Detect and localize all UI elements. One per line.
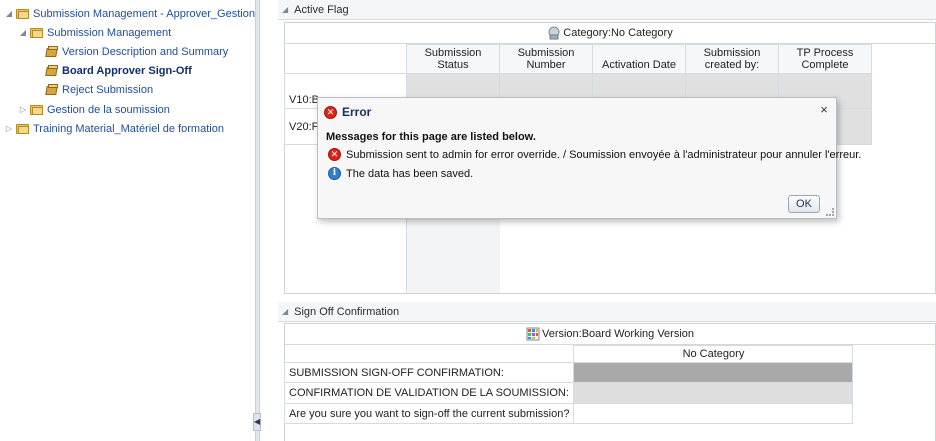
corner-cell [284, 345, 575, 363]
splitter-bar[interactable] [256, 0, 260, 441]
row-header: Are you sure you want to sign-off the cu… [283, 403, 575, 424]
signoff-table: No Category SUBMISSION SIGN-OFF CONFIRMA… [283, 345, 854, 424]
column-header: No Category [573, 345, 854, 363]
tree-item-label: Training Material_Matériel de formation [33, 122, 224, 135]
row-header: CONFIRMATION DE VALIDATION DE LA SOUMISS… [283, 382, 575, 404]
version-pov-bar[interactable]: Version:Board Working Version [285, 324, 935, 345]
version-pov-label: Version:Board Working Version [541, 328, 695, 340]
collapse-triangle-icon[interactable]: ◢ [282, 5, 288, 14]
message-text: The data has been saved. [346, 167, 474, 180]
ok-button[interactable]: OK [788, 195, 820, 213]
tree-item-label: Version Description and Summary [62, 45, 229, 58]
panel-title: Sign Off Confirmation [294, 305, 400, 318]
category-dimension-icon [547, 26, 561, 40]
form-icon [45, 83, 59, 96]
collapse-arrow-icon[interactable]: ◢ [18, 28, 28, 37]
folder-icon [30, 27, 43, 38]
error-icon: ✕ [328, 148, 341, 161]
folder-icon [16, 8, 29, 19]
version-dimension-icon [526, 327, 540, 341]
tree-item-reject-submission[interactable]: Reject Submission [45, 80, 154, 99]
dialog-summary: Messages for this page are listed below. [326, 131, 536, 143]
navigation-tree: ◢ Submission Management - Approver_Gesti… [0, 0, 256, 441]
error-message: ✕ Submission sent to admin for error ove… [328, 148, 861, 161]
form-icon [45, 45, 59, 58]
error-dialog: ✕ Error × Messages for this page are lis… [317, 97, 861, 219]
tree-item-label: Reject Submission [62, 83, 154, 96]
info-message: i The data has been saved. [328, 167, 473, 180]
tree-item-version-description[interactable]: Version Description and Summary [45, 42, 229, 61]
form-icon [45, 64, 59, 77]
tree-item-label: Board Approver Sign-Off [62, 64, 192, 77]
collapse-panel-handle[interactable]: ◀ [253, 413, 261, 431]
corner-cell [284, 44, 407, 74]
tree-item-label: Submission Management - Approver_Gestion… [33, 7, 256, 20]
info-icon: i [328, 167, 341, 180]
panel-title: Active Flag [294, 3, 349, 16]
tree-item-label: Gestion de la soumission [47, 103, 170, 116]
tree-item-label: Submission Management [47, 26, 172, 39]
category-pov-label: Category:No Category [563, 27, 673, 39]
category-pov-bar[interactable]: Category:No Category [285, 23, 935, 44]
tree-item-gestion-soumission[interactable]: ▷ Gestion de la soumission [18, 100, 170, 119]
signoff-answer-cell[interactable] [573, 403, 854, 424]
active-flag-header[interactable]: ◢ Active Flag [278, 0, 936, 20]
column-header: Activation Date [592, 44, 686, 74]
column-header: TP Process Complete [778, 44, 872, 74]
error-icon: ✕ [324, 105, 337, 119]
column-header: Submission Number [499, 44, 593, 74]
resize-grip-icon[interactable] [826, 208, 834, 216]
folder-icon [30, 104, 43, 115]
close-icon[interactable]: × [817, 103, 831, 117]
content-area: ◢ Active Flag Category:No Category Submi… [278, 0, 936, 441]
data-cell[interactable] [573, 382, 854, 404]
column-header: Submission Status [406, 44, 500, 74]
expand-arrow-icon[interactable]: ▷ [18, 105, 28, 114]
tree-item-training-material[interactable]: ▷ Training Material_Matériel de formatio… [4, 119, 224, 138]
column-header: Submission created by: [685, 44, 779, 74]
expand-arrow-icon[interactable]: ▷ [4, 124, 14, 133]
dialog-title: Error [342, 105, 372, 119]
message-text: Submission sent to admin for error overr… [346, 148, 862, 161]
dialog-title-bar: ✕ Error [324, 103, 371, 121]
panel-splitter[interactable] [256, 0, 278, 441]
folder-icon [16, 123, 29, 134]
tree-item-submission-management[interactable]: ◢ Submission Management [18, 23, 171, 42]
collapse-triangle-icon[interactable]: ◢ [282, 307, 288, 316]
data-cell[interactable] [573, 362, 854, 383]
tree-item-approver-folder[interactable]: ◢ Submission Management - Approver_Gesti… [4, 4, 256, 23]
signoff-grid: Version:Board Working Version No Categor… [283, 323, 936, 441]
signoff-header[interactable]: ◢ Sign Off Confirmation [278, 302, 936, 322]
tree-item-board-approver-signoff[interactable]: Board Approver Sign-Off [45, 61, 192, 80]
row-header: SUBMISSION SIGN-OFF CONFIRMATION: [283, 362, 575, 383]
collapse-arrow-icon[interactable]: ◢ [4, 9, 14, 18]
